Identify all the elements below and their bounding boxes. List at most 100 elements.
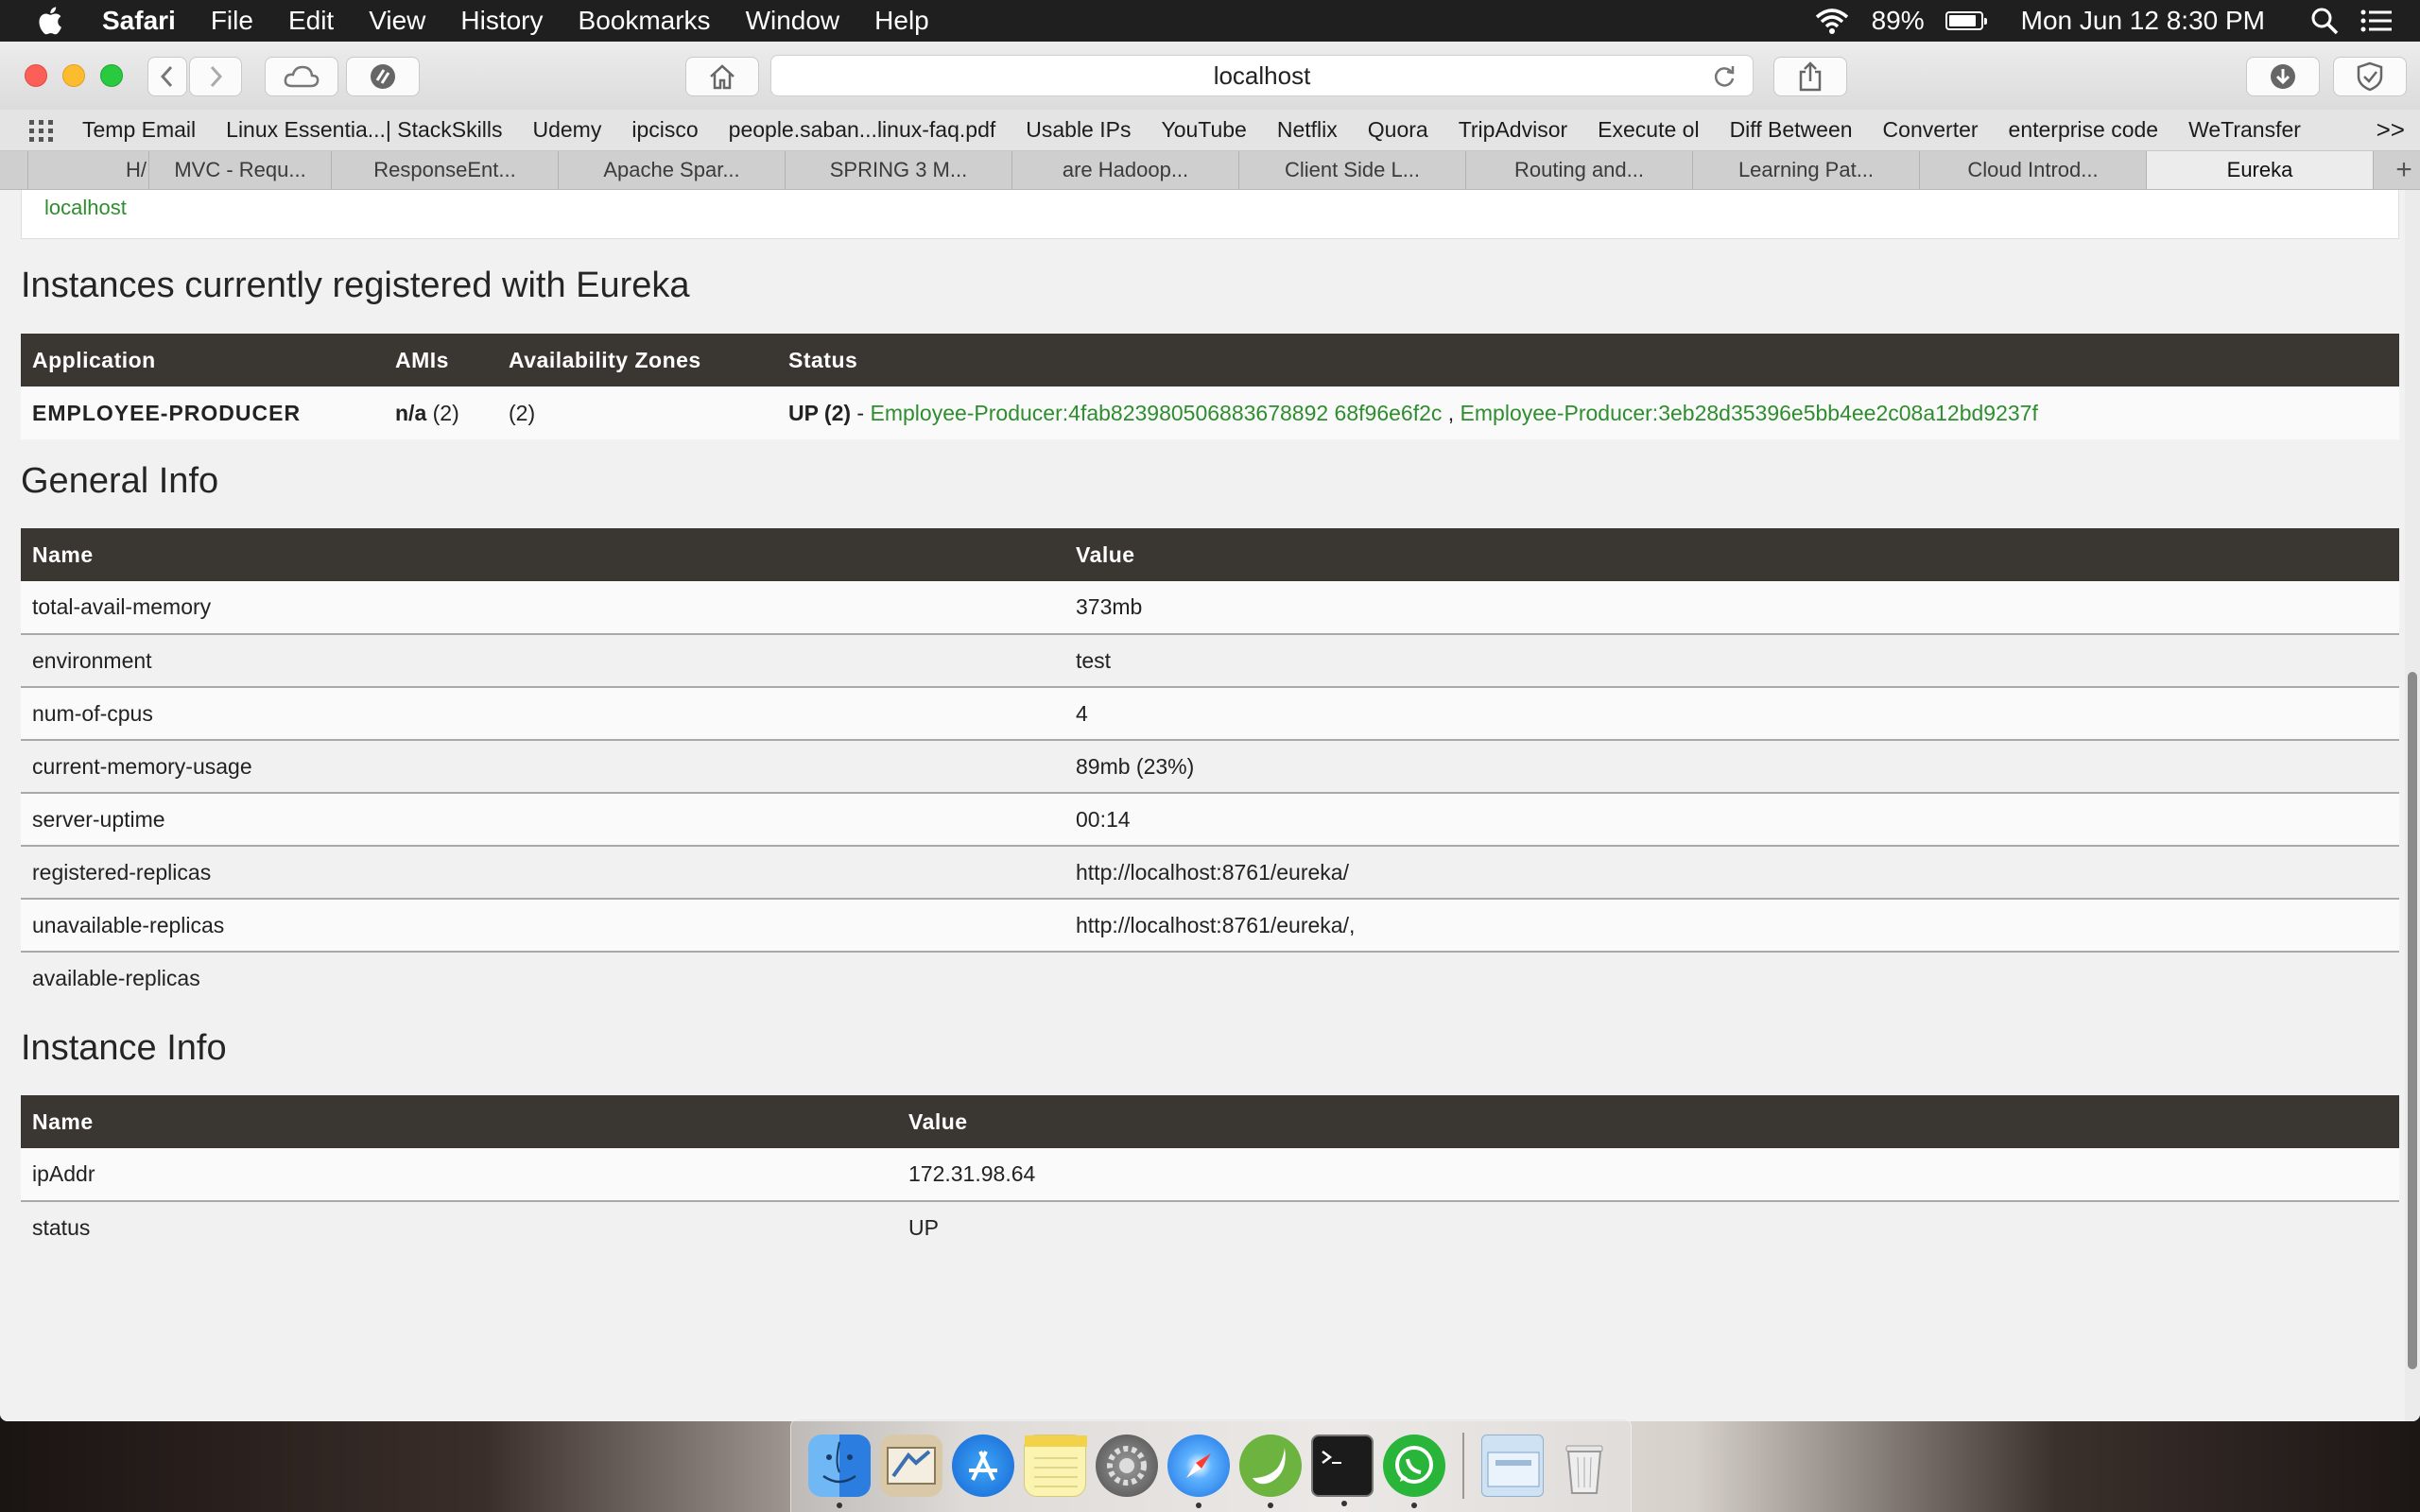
info-name: total-avail-memory bbox=[21, 581, 1064, 635]
instance-link-1[interactable]: Employee-Producer:4fab823980506883678892… bbox=[871, 401, 1443, 425]
menu-bookmarks[interactable]: Bookmarks bbox=[579, 6, 711, 36]
download-icon bbox=[2271, 64, 2295, 89]
instance-col-name: Name bbox=[21, 1095, 897, 1148]
menu-window[interactable]: Window bbox=[746, 6, 840, 36]
instance-col-value: Value bbox=[897, 1095, 2399, 1148]
bookmark-youtube[interactable]: YouTube bbox=[1161, 117, 1246, 143]
downloads-button[interactable] bbox=[2246, 57, 2320, 96]
tab-learning-path[interactable]: Learning Pat... bbox=[1693, 151, 1920, 189]
downloads-folder-icon[interactable] bbox=[1481, 1434, 1544, 1497]
terminal-icon[interactable] bbox=[1311, 1434, 1374, 1506]
tab-cloud-intro[interactable]: Cloud Introd... bbox=[1920, 151, 2147, 189]
tab-apache-spark[interactable]: Apache Spar... bbox=[559, 151, 786, 189]
system-preferences-icon[interactable] bbox=[1096, 1434, 1158, 1497]
menu-history[interactable]: History bbox=[460, 6, 543, 36]
zones-cell: (2) bbox=[497, 387, 777, 439]
page-scrollbar[interactable] bbox=[2405, 190, 2420, 1421]
spotlight-search-icon[interactable] bbox=[2310, 7, 2339, 35]
menu-help[interactable]: Help bbox=[874, 6, 929, 36]
icloud-tabs-button[interactable] bbox=[265, 57, 338, 96]
finder-icon[interactable] bbox=[808, 1434, 871, 1508]
info-name: unavailable-replicas bbox=[21, 899, 1064, 953]
running-indicator bbox=[1268, 1502, 1273, 1508]
menu-app-name[interactable]: Safari bbox=[102, 6, 176, 36]
apple-menu-icon[interactable] bbox=[36, 5, 68, 37]
notification-center-icon[interactable] bbox=[2360, 7, 2394, 35]
cloud-icon bbox=[284, 65, 320, 88]
menu-edit[interactable]: Edit bbox=[288, 6, 334, 36]
bookmark-converter[interactable]: Converter bbox=[1883, 117, 1979, 143]
instance-link-2[interactable]: Employee-Producer:3eb28d35396e5bb4ee2c08… bbox=[1461, 401, 2038, 425]
extension-button[interactable] bbox=[346, 57, 420, 96]
whatsapp-icon[interactable] bbox=[1383, 1434, 1445, 1508]
mail-icon[interactable] bbox=[880, 1434, 942, 1497]
col-amis: AMIs bbox=[384, 334, 497, 387]
bookmark-stackskills[interactable]: Linux Essentia...| StackSkills bbox=[226, 117, 502, 143]
zoom-window-button[interactable] bbox=[100, 64, 123, 87]
menu-clock[interactable]: Mon Jun 12 8:30 PM bbox=[2021, 6, 2265, 36]
bookmark-diff-between[interactable]: Diff Between bbox=[1730, 117, 1853, 143]
show-all-bookmarks-icon[interactable] bbox=[27, 116, 56, 145]
tab-spring-3[interactable]: SPRING 3 M... bbox=[786, 151, 1012, 189]
bookmark-ipcisco[interactable]: ipcisco bbox=[631, 117, 698, 143]
home-button[interactable] bbox=[685, 57, 759, 96]
bookmark-netflix[interactable]: Netflix bbox=[1277, 117, 1338, 143]
wifi-icon[interactable] bbox=[1813, 7, 1851, 35]
running-indicator bbox=[1341, 1500, 1347, 1506]
notes-icon[interactable] bbox=[1024, 1434, 1087, 1497]
bookmark-linux-faq[interactable]: people.saban...linux-faq.pdf bbox=[729, 117, 996, 143]
bookmark-wetransfer[interactable]: WeTransfer bbox=[2188, 117, 2301, 143]
bookmark-usable-ips[interactable]: Usable IPs bbox=[1026, 117, 1131, 143]
new-tab-button[interactable]: + bbox=[2388, 151, 2420, 189]
battery-icon[interactable] bbox=[1945, 11, 1987, 30]
chevron-right-icon bbox=[210, 65, 223, 88]
menu-view[interactable]: View bbox=[369, 6, 425, 36]
scrollbar-thumb[interactable] bbox=[2408, 672, 2417, 1369]
bookmark-enterprise-code[interactable]: enterprise code bbox=[2009, 117, 2159, 143]
tab-routing[interactable]: Routing and... bbox=[1466, 151, 1693, 189]
spring-icon[interactable] bbox=[1239, 1434, 1302, 1508]
forward-button[interactable] bbox=[189, 57, 242, 96]
info-name: registered-replicas bbox=[21, 846, 1064, 900]
instance-comma: , bbox=[1442, 400, 1461, 425]
tab-responseentity[interactable]: ResponseEnt... bbox=[332, 151, 559, 189]
table-row: unavailable-replicas http://localhost:87… bbox=[21, 899, 2399, 953]
bookmark-udemy[interactable]: Udemy bbox=[532, 117, 601, 143]
close-window-button[interactable] bbox=[25, 64, 47, 87]
info-value: http://localhost:8761/eureka/, bbox=[1064, 899, 2399, 953]
bookmark-quora[interactable]: Quora bbox=[1368, 117, 1428, 143]
col-status: Status bbox=[777, 334, 2399, 387]
instances-table: Application AMIs Availability Zones Stat… bbox=[21, 334, 2399, 439]
trash-icon[interactable] bbox=[1553, 1435, 1616, 1497]
general-header-row: Name Value bbox=[21, 528, 2399, 581]
bookmark-temp-email[interactable]: Temp Email bbox=[82, 117, 196, 143]
bookmark-tripadvisor[interactable]: TripAdvisor bbox=[1459, 117, 1567, 143]
tab-hadoop[interactable]: are Hadoop... bbox=[1012, 151, 1239, 189]
address-bar[interactable]: localhost bbox=[770, 55, 1754, 96]
bookmark-execute-ol[interactable]: Execute ol bbox=[1598, 117, 1699, 143]
share-button[interactable] bbox=[1773, 57, 1847, 96]
info-name: status bbox=[21, 1201, 897, 1254]
share-icon bbox=[1799, 61, 1822, 92]
top-panel: localhost bbox=[21, 190, 2399, 239]
info-value: test bbox=[1064, 634, 2399, 688]
info-name: environment bbox=[21, 634, 1064, 688]
localhost-link[interactable]: localhost bbox=[44, 196, 127, 220]
tab-h[interactable]: H/ bbox=[28, 151, 149, 189]
chevron-left-icon bbox=[160, 65, 173, 88]
app-store-icon[interactable] bbox=[952, 1434, 1014, 1497]
minimize-window-button[interactable] bbox=[62, 64, 85, 87]
tab-eureka[interactable]: Eureka bbox=[2147, 151, 2374, 189]
tab-pinned[interactable] bbox=[0, 151, 28, 189]
tab-mvc-request[interactable]: MVC - Requ... bbox=[149, 151, 332, 189]
tab-client-side[interactable]: Client Side L... bbox=[1239, 151, 1466, 189]
running-indicator bbox=[837, 1502, 842, 1508]
amis-cell: n/a (2) bbox=[384, 387, 497, 439]
info-value: UP bbox=[897, 1201, 2399, 1254]
adblock-extension-button[interactable] bbox=[2333, 57, 2407, 96]
menu-file[interactable]: File bbox=[211, 6, 253, 36]
reload-icon[interactable] bbox=[1711, 63, 1737, 90]
safari-icon[interactable] bbox=[1167, 1434, 1230, 1508]
back-button[interactable] bbox=[147, 57, 187, 96]
bookmarks-overflow-button[interactable]: >> bbox=[2377, 115, 2405, 145]
